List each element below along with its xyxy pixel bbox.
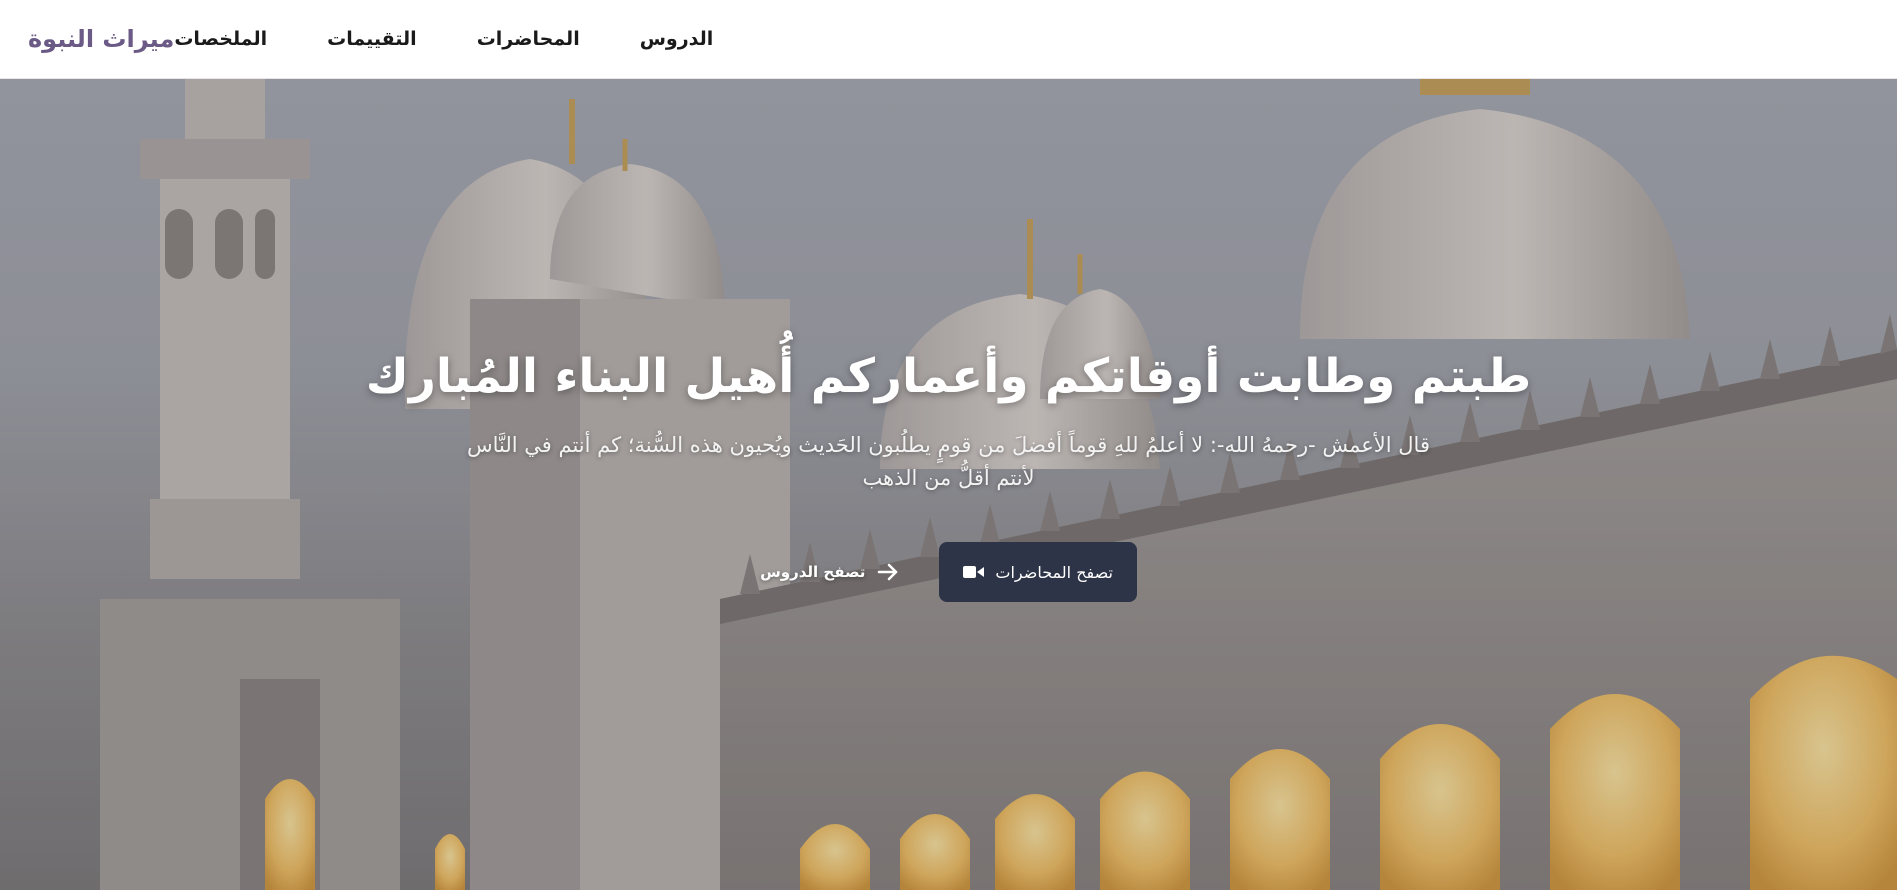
brand-logo[interactable]: ميراث النبوة [28, 25, 174, 53]
nav-link-reviews[interactable]: التقييمات [327, 28, 417, 50]
nav-link-lectures[interactable]: المحاضرات [477, 28, 580, 50]
nav-link-lessons[interactable]: الدروس [640, 28, 714, 50]
browse-lessons-label: تصفح الدروس [760, 563, 866, 582]
video-camera-icon [963, 564, 985, 580]
hero-quote: قال الأعمش -رحمهُ الله-: لا أعلمُ للهِ ق… [466, 433, 1430, 490]
nav-link-summaries[interactable]: الملخصات [174, 28, 267, 50]
browse-lectures-label: تصفح المحاضرات [995, 562, 1113, 582]
top-navbar: ميراث النبوة الدروس المحاضرات التقييمات … [0, 0, 1897, 79]
hero-section: طبتم وطابت أوقاتكم وأعماركم أُهيل البناء… [0, 79, 1897, 890]
hero-content: طبتم وطابت أوقاتكم وأعماركم أُهيل البناء… [0, 349, 1897, 603]
hero-actions: تصفح المحاضرات تصفح الدروس [760, 542, 1137, 603]
arrow-right-icon [877, 563, 899, 581]
nav-links: الدروس المحاضرات التقييمات الملخصات [174, 28, 713, 50]
browse-lessons-button[interactable]: تصفح الدروس [760, 563, 899, 581]
hero-title: طبتم وطابت أوقاتكم وأعماركم أُهيل البناء… [365, 349, 1532, 404]
browse-lectures-button[interactable]: تصفح المحاضرات [939, 542, 1137, 603]
